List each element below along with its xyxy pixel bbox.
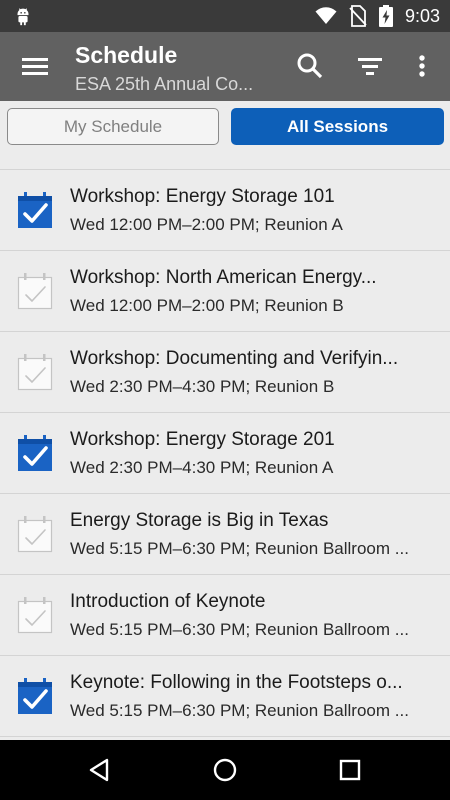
session-time-location: Wed 2:30 PM–4:30 PM; Reunion B (70, 377, 335, 396)
android-icon (17, 8, 29, 26)
my-schedule-tab[interactable]: My Schedule (7, 108, 219, 145)
app-bar: Schedule ESA 25th Annual Co... (0, 32, 450, 101)
session-list-item[interactable]: Workshop: North American Energy... Wed 12… (0, 251, 450, 332)
session-time-location: Wed 5:15 PM–6:30 PM; Reunion Ballroom ..… (70, 620, 409, 639)
search-icon[interactable] (294, 50, 326, 82)
session-time-location: Wed 5:15 PM–6:30 PM; Reunion Ballroom ..… (70, 701, 409, 720)
session-time-location: Wed 12:00 PM–2:00 PM; Reunion B (70, 296, 344, 315)
session-title: Workshop: Energy Storage 101 (70, 186, 335, 207)
clock: 9:03 (404, 5, 440, 26)
session-list-item[interactable]: Workshop: Energy Storage 201 Wed 2:30 PM–… (0, 413, 450, 494)
calendar-unchecked-icon[interactable] (17, 354, 53, 391)
back-icon[interactable] (85, 755, 115, 785)
session-list-item[interactable]: Introduction of Keynote Wed 5:15 PM–6:30 … (0, 575, 450, 656)
session-list-item[interactable]: Workshop: Documenting and Verifyin... Wed… (0, 332, 450, 413)
no-sim-icon (349, 5, 367, 27)
session-list[interactable]: Workshop: Energy Storage 101 Wed 12:00 PM… (0, 153, 450, 740)
session-title: Workshop: Energy Storage 201 (70, 429, 335, 450)
session-list-item[interactable]: Energy Storage is Big in Texas Wed 5:15 P… (0, 494, 450, 575)
session-time-location: Wed 5:15 PM–6:30 PM; Reunion Ballroom ..… (70, 539, 409, 558)
session-title: Workshop: North American Energy... (70, 267, 377, 288)
list-item-partial (0, 153, 450, 170)
session-time-location: Wed 2:30 PM–4:30 PM; Reunion A (70, 458, 334, 477)
menu-icon[interactable] (18, 52, 52, 80)
session-title: Keynote: Following in the Footsteps o... (70, 672, 403, 693)
calendar-checked-icon[interactable] (17, 435, 53, 472)
session-title: Energy Storage is Big in Texas (70, 510, 329, 531)
calendar-checked-icon[interactable] (17, 678, 53, 715)
more-vert-icon[interactable] (406, 50, 438, 82)
home-icon[interactable] (210, 755, 240, 785)
recents-icon[interactable] (335, 755, 365, 785)
session-title: Workshop: Documenting and Verifyin... (70, 348, 399, 369)
session-time-location: Wed 12:00 PM–2:00 PM; Reunion A (70, 215, 343, 234)
page-title: Schedule (75, 42, 178, 68)
navigation-bar (0, 740, 450, 800)
battery-charging-icon (378, 5, 393, 27)
calendar-checked-icon[interactable] (17, 192, 53, 229)
calendar-unchecked-icon[interactable] (17, 273, 53, 310)
wifi-icon (315, 7, 337, 24)
session-list-item[interactable]: Workshop: Energy Storage 101 Wed 12:00 PM… (0, 170, 450, 251)
session-title: Introduction of Keynote (70, 591, 266, 612)
status-bar: 9:03 (0, 0, 450, 32)
session-list-item[interactable]: Keynote: Following in the Footsteps o...… (0, 656, 450, 737)
all-sessions-tab[interactable]: All Sessions (231, 108, 444, 145)
schedule-segment-control: My Schedule All Sessions (0, 101, 450, 153)
calendar-unchecked-icon[interactable] (17, 597, 53, 634)
calendar-unchecked-icon[interactable] (17, 516, 53, 553)
filter-icon[interactable] (354, 50, 386, 82)
page-subtitle: ESA 25th Annual Co... (75, 74, 254, 94)
